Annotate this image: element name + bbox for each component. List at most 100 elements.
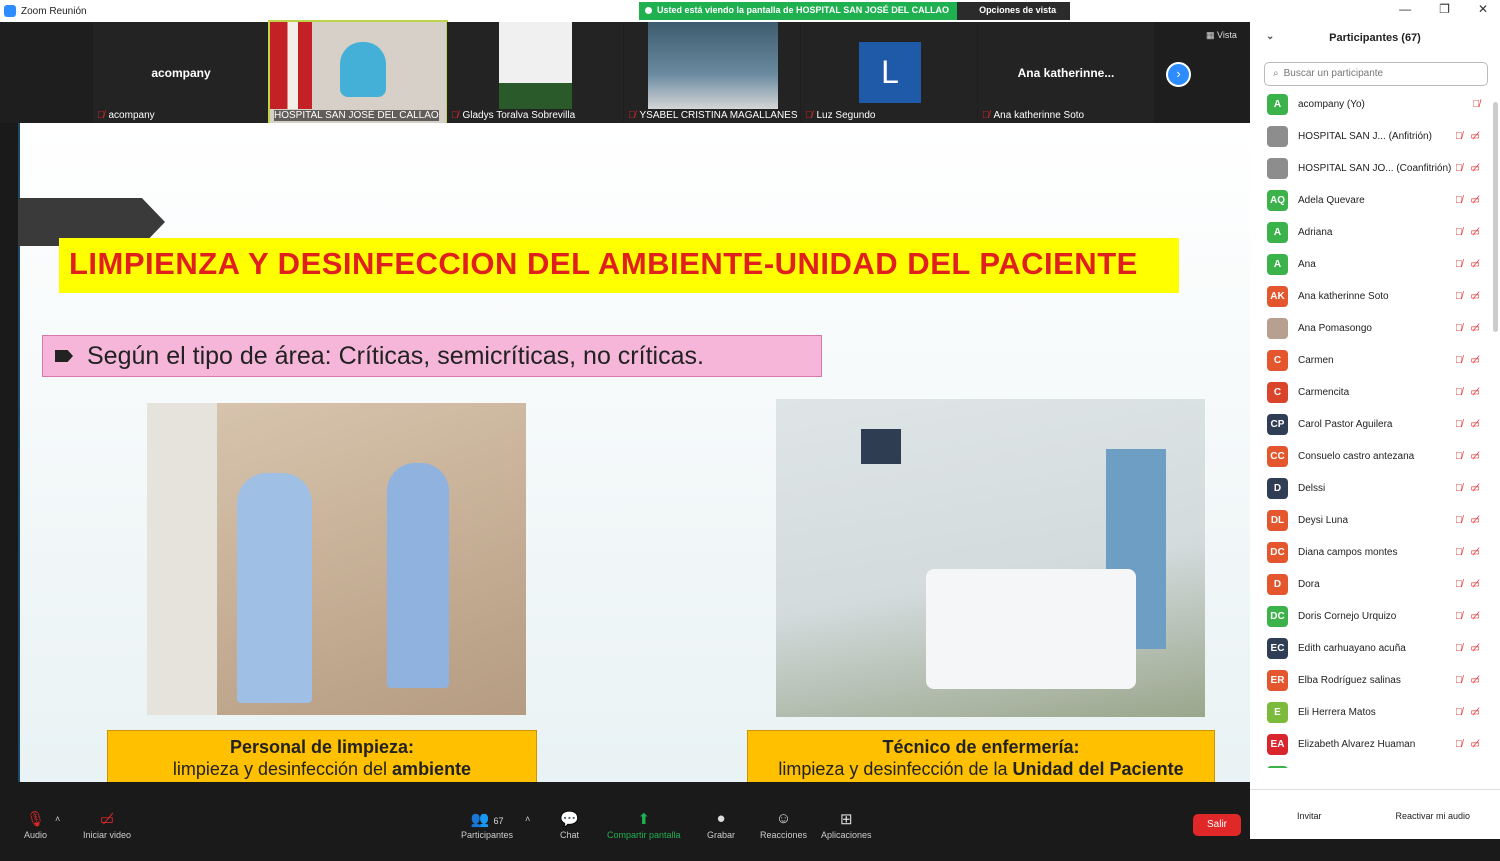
mic-muted-icon: 🎙̸ xyxy=(1455,674,1463,686)
avatar xyxy=(1267,317,1288,339)
avatar: C xyxy=(1267,349,1288,371)
participant-row[interactable]: D Delssi 🎙̸ ▭̸ xyxy=(1250,472,1500,504)
avatar: AQ xyxy=(1267,189,1288,211)
participant-row[interactable]: CP Carol Pastor Aguilera 🎙̸ ▭̸ xyxy=(1250,408,1500,440)
tile-label-text: Ana katherinne Soto xyxy=(993,110,1085,121)
participant-search-input[interactable]: ⌕ Buscar un participante xyxy=(1264,62,1488,86)
invite-button[interactable]: Invitar xyxy=(1270,808,1349,839)
participant-row[interactable]: EC Edith carhuayano acuña 🎙̸ ▭̸ xyxy=(1250,632,1500,664)
view-options-button[interactable]: Opciones de vista ⌄ xyxy=(957,2,1071,25)
mic-muted-icon: 🎙̸ xyxy=(1455,194,1463,206)
participant-status: 🎙̸ ▭̸ xyxy=(1455,227,1480,238)
mic-muted-icon: 🎙̸ xyxy=(1455,386,1463,398)
video-tile[interactable]: L 🎙̸ Luz Segundo xyxy=(801,22,977,123)
apps-button[interactable]: ⊞ Aplicaciones xyxy=(821,810,872,840)
participant-row[interactable]: CC Consuelo castro antezana 🎙̸ ▭̸ xyxy=(1250,440,1500,472)
participants-button[interactable]: 👥 67 Participantes xyxy=(461,810,513,840)
participant-row[interactable]: Ana Pomasongo 🎙̸ ▭̸ xyxy=(1250,312,1500,344)
video-tile[interactable]: HOSPITAL SAN JOSÉ DEL CALLAO xyxy=(268,20,448,125)
participant-status: 🎙̸ ▭̸ xyxy=(1455,355,1480,366)
tile-name: Ana katherinne... xyxy=(1017,66,1115,80)
avatar: A xyxy=(1267,93,1288,115)
tile-label-text: Luz Segundo xyxy=(816,110,876,121)
chat-button[interactable]: 💬 Chat xyxy=(560,810,579,840)
participant-row[interactable]: HOSPITAL SAN J... (Anfitrión) 🎙̸ ▭̸ xyxy=(1250,120,1500,152)
record-button[interactable]: ● Grabar xyxy=(707,810,735,840)
slide-subtitle-box: Según el tipo de área: Críticas, semicrí… xyxy=(42,335,822,377)
participant-row[interactable]: E Eli Herrera Matos 🎙̸ ▭̸ xyxy=(1250,696,1500,728)
participant-row[interactable]: DL Deysi Luna 🎙̸ ▭̸ xyxy=(1250,504,1500,536)
tile-label: 🎙̸ Luz Segundo xyxy=(805,110,875,121)
participant-status: 🎙̸ ▭̸ xyxy=(1455,675,1480,686)
minimize-button[interactable]: — xyxy=(1399,2,1411,16)
participant-row[interactable]: Aacompany (Yo) 🎙̸ xyxy=(1250,88,1500,120)
tile-label-text: HOSPITAL SAN JOSÉ DEL CALLAO xyxy=(274,110,439,121)
scrollbar[interactable] xyxy=(1493,102,1498,332)
avatar: EC xyxy=(1267,637,1288,659)
avatar: D xyxy=(1267,477,1288,499)
arrow-bullet-icon xyxy=(55,350,73,362)
participant-row[interactable]: C Carmencita 🎙̸ ▭̸ xyxy=(1250,376,1500,408)
participant-row[interactable]: DC Doris Cornejo Urquizo 🎙̸ ▭̸ xyxy=(1250,600,1500,632)
leave-button[interactable]: Salir xyxy=(1193,814,1241,836)
participant-row[interactable]: DC Diana campos montes 🎙̸ ▭̸ xyxy=(1250,536,1500,568)
participant-row[interactable]: EHElizabeth Hermosilla Velásquez🎙̸▭̸ xyxy=(1250,760,1500,768)
left-caption: Personal de limpieza: limpieza y desinfe… xyxy=(107,730,537,782)
search-icon: ⌕ xyxy=(1273,68,1279,79)
avatar: A xyxy=(1267,253,1288,275)
video-tile[interactable]: 🎙̸ YSABEL CRISTINA MAGALLANES ... xyxy=(624,22,809,123)
participants-options-button[interactable]: ˄ xyxy=(525,814,530,824)
video-tile[interactable]: acompany 🎙̸ acompany xyxy=(93,22,269,123)
mic-muted-icon: 🎙 xyxy=(25,811,46,828)
participant-name: Deysi Luna xyxy=(1298,514,1349,526)
start-video-button[interactable]: ▭̸ Iniciar video xyxy=(83,810,131,840)
participant-name: Elba Rodríguez salinas xyxy=(1298,674,1401,686)
participant-name: acompany (Yo) xyxy=(1298,98,1365,110)
video-off-icon: ▭̸ xyxy=(1470,642,1480,654)
tile-label-text: Gladys Toralva Sobrevilla xyxy=(462,110,576,121)
chevron-right-icon[interactable]: › xyxy=(1166,62,1191,87)
avatar: CC xyxy=(1267,445,1288,467)
participant-row[interactable]: AQ Adela Quevare 🎙̸ ▭̸ xyxy=(1250,184,1500,216)
close-button[interactable]: ✕ xyxy=(1478,2,1488,16)
participant-row[interactable]: AK Ana katherinne Soto 🎙̸ ▭̸ xyxy=(1250,280,1500,312)
mic-muted-icon: 🎙̸ xyxy=(1455,354,1463,366)
mic-muted-icon: 🎙̸ xyxy=(1472,98,1481,110)
participant-row[interactable]: C Carmen 🎙̸ ▭̸ xyxy=(1250,344,1500,376)
participant-row[interactable]: EA Elizabeth Alvarez Huaman 🎙̸ ▭̸ xyxy=(1250,728,1500,760)
video-off-icon: ▭̸ xyxy=(1470,130,1480,142)
video-tile[interactable]: 🎙̸ Gladys Toralva Sobrevilla xyxy=(447,22,623,123)
mic-muted-icon: 🎙̸ xyxy=(97,110,105,121)
mic-muted-icon: 🎙̸ xyxy=(1455,162,1463,174)
photo-bed xyxy=(926,569,1136,689)
audio-options-button[interactable]: ˄ xyxy=(55,814,60,824)
tile-label-text: acompany xyxy=(108,110,155,121)
maximize-button[interactable]: ❐ xyxy=(1439,2,1450,16)
photo-wall xyxy=(147,403,217,715)
mic-muted-icon: 🎙̸ xyxy=(1455,738,1463,750)
participant-row[interactable]: A Adriana 🎙̸ ▭̸ xyxy=(1250,216,1500,248)
participant-row[interactable]: ER Elba Rodríguez salinas 🎙̸ ▭̸ xyxy=(1250,664,1500,696)
presentation-slide: LIMPIENZA Y DESINFECCION DEL AMBIENTE-UN… xyxy=(18,123,1250,782)
view-button[interactable]: ▦ Vista xyxy=(1206,30,1237,41)
share-screen-button[interactable]: ⬆ Compartir pantalla xyxy=(607,810,681,840)
participant-name: Ana xyxy=(1298,258,1316,270)
video-tile[interactable]: Ana katherinne... 🎙̸ Ana katherinne Soto xyxy=(978,22,1154,123)
video-off-icon: ▭̸ xyxy=(1470,450,1480,462)
participant-name: Elizabeth Alvarez Huaman xyxy=(1298,738,1416,750)
share-notice-text: Usted está viendo la pantalla de HOSPITA… xyxy=(657,5,950,15)
participant-row[interactable]: HOSPITAL SAN JO... (Coanfitrión) 🎙̸ ▭̸ xyxy=(1250,152,1500,184)
participant-name: Eli Herrera Matos xyxy=(1298,706,1376,718)
participant-row[interactable]: D Dora 🎙̸ ▭̸ xyxy=(1250,568,1500,600)
participant-status: 🎙̸ ▭̸ xyxy=(1455,707,1480,718)
participant-status: 🎙̸ ▭̸ xyxy=(1455,323,1480,334)
unmute-me-button[interactable]: Reactivar mi audio xyxy=(1369,808,1498,839)
avatar xyxy=(1267,157,1288,179)
reactions-button[interactable]: ☺ Reacciones xyxy=(760,810,807,840)
chevron-down-icon[interactable]: ⌄ xyxy=(1266,31,1274,42)
reactions-icon: ☺ xyxy=(775,810,792,827)
audio-button[interactable]: 🎙 Audio xyxy=(24,810,47,840)
mic-muted-icon: 🎙̸ xyxy=(1455,514,1463,526)
participant-row[interactable]: A Ana 🎙̸ ▭̸ xyxy=(1250,248,1500,280)
mic-muted-icon: 🎙̸ xyxy=(1455,578,1463,590)
